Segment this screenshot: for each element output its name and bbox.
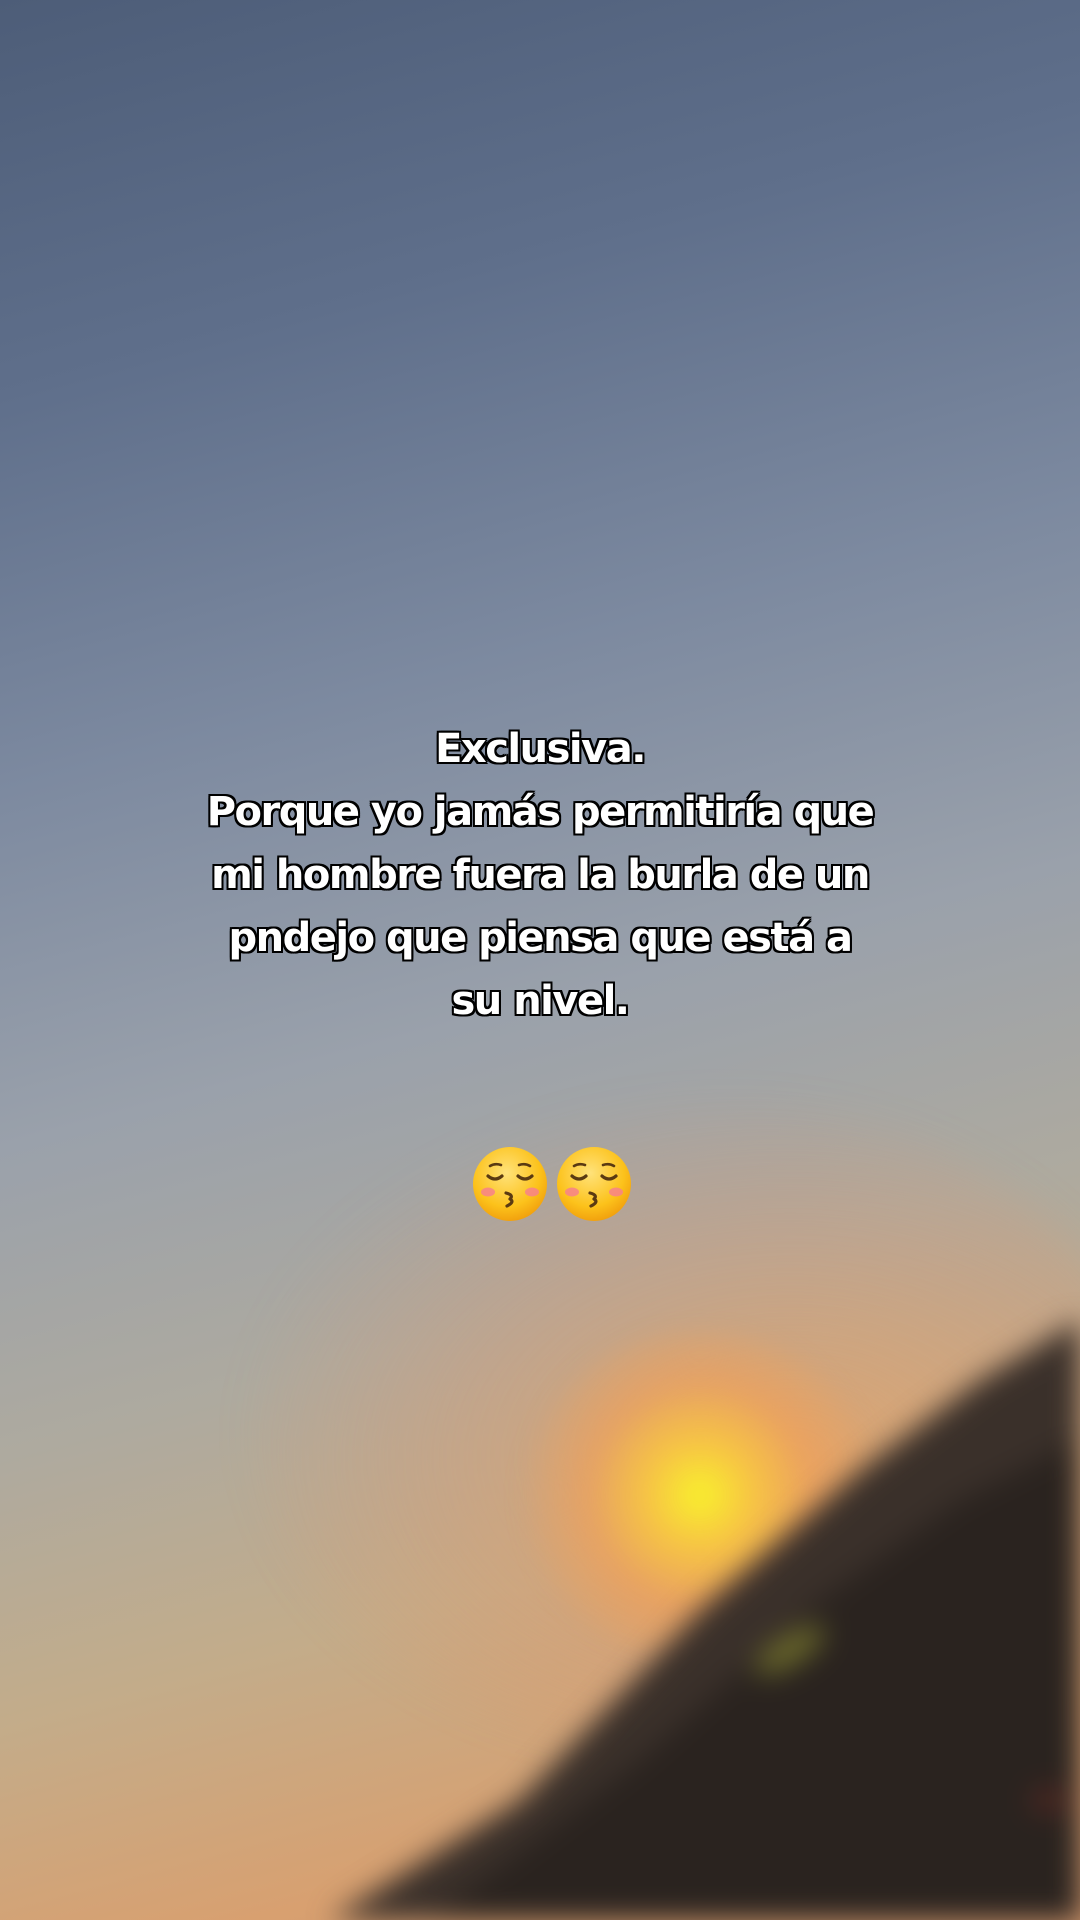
kissing-face-icon [557, 1147, 631, 1221]
caption-line: mi hombre fuera la burla de un [211, 852, 870, 898]
caption-text-block: Exclusiva. Porque yo jamás permitiría qu… [140, 718, 940, 1033]
kissing-face-icon [473, 1147, 547, 1221]
emoji-row [470, 1144, 640, 1228]
caption-line: su nivel. [451, 978, 630, 1024]
caption-line: pndejo que piensa que está a [228, 915, 853, 961]
caption-line: Porque yo jamás permitiría que [206, 789, 875, 835]
caption-line-title: Exclusiva. [435, 726, 646, 772]
